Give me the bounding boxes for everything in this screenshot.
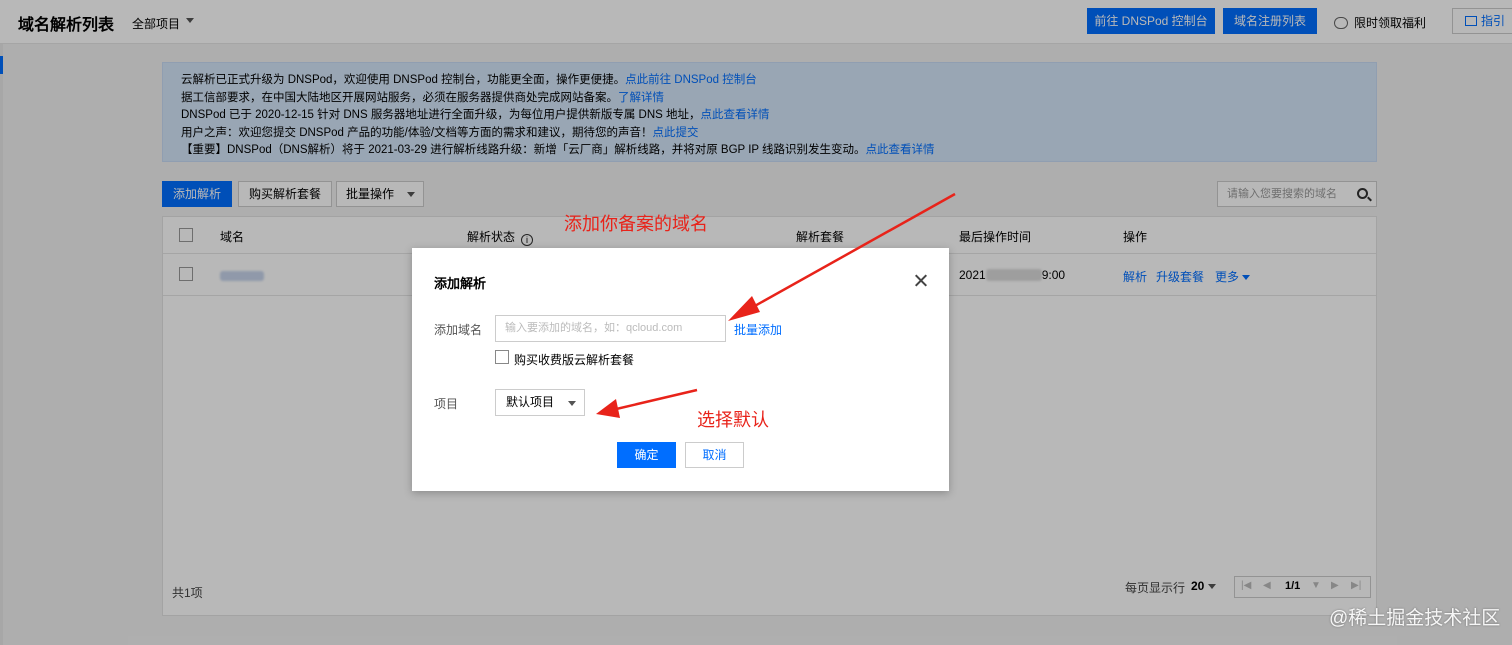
cancel-button[interactable]: 取消 (685, 442, 744, 468)
page: 域名解析列表 全部项目 前往 DNSPod 控制台 域名注册列表 限时领取福利 … (0, 0, 1512, 645)
project-select-value: 默认项目 (506, 395, 555, 409)
domain-field-label: 添加域名 (434, 323, 483, 337)
chevron-down-icon (568, 401, 576, 406)
dialog-title: 添加解析 (434, 276, 487, 291)
buy-paid-package-checkbox[interactable] (495, 350, 509, 364)
batch-add-link[interactable]: 批量添加 (734, 321, 782, 338)
project-select[interactable]: 默认项目 (495, 389, 585, 416)
domain-input-placeholder: 输入要添加的域名，如：qcloud.com (505, 322, 683, 334)
domain-input[interactable]: 输入要添加的域名，如：qcloud.com (495, 315, 726, 342)
watermark: @稀土掘金技术社区 (1329, 608, 1501, 629)
confirm-button[interactable]: 确定 (617, 442, 676, 468)
close-icon[interactable] (913, 273, 929, 289)
buy-paid-package-label[interactable]: 购买收费版云解析套餐 (514, 351, 634, 368)
project-field-label: 项目 (434, 397, 459, 411)
domain-annotation: 添加你备案的域名 (564, 214, 708, 235)
add-record-dialog: 添加解析 添加域名 输入要添加的域名，如：qcloud.com 批量添加 购买收… (412, 248, 949, 491)
project-annotation: 选择默认 (697, 410, 769, 431)
